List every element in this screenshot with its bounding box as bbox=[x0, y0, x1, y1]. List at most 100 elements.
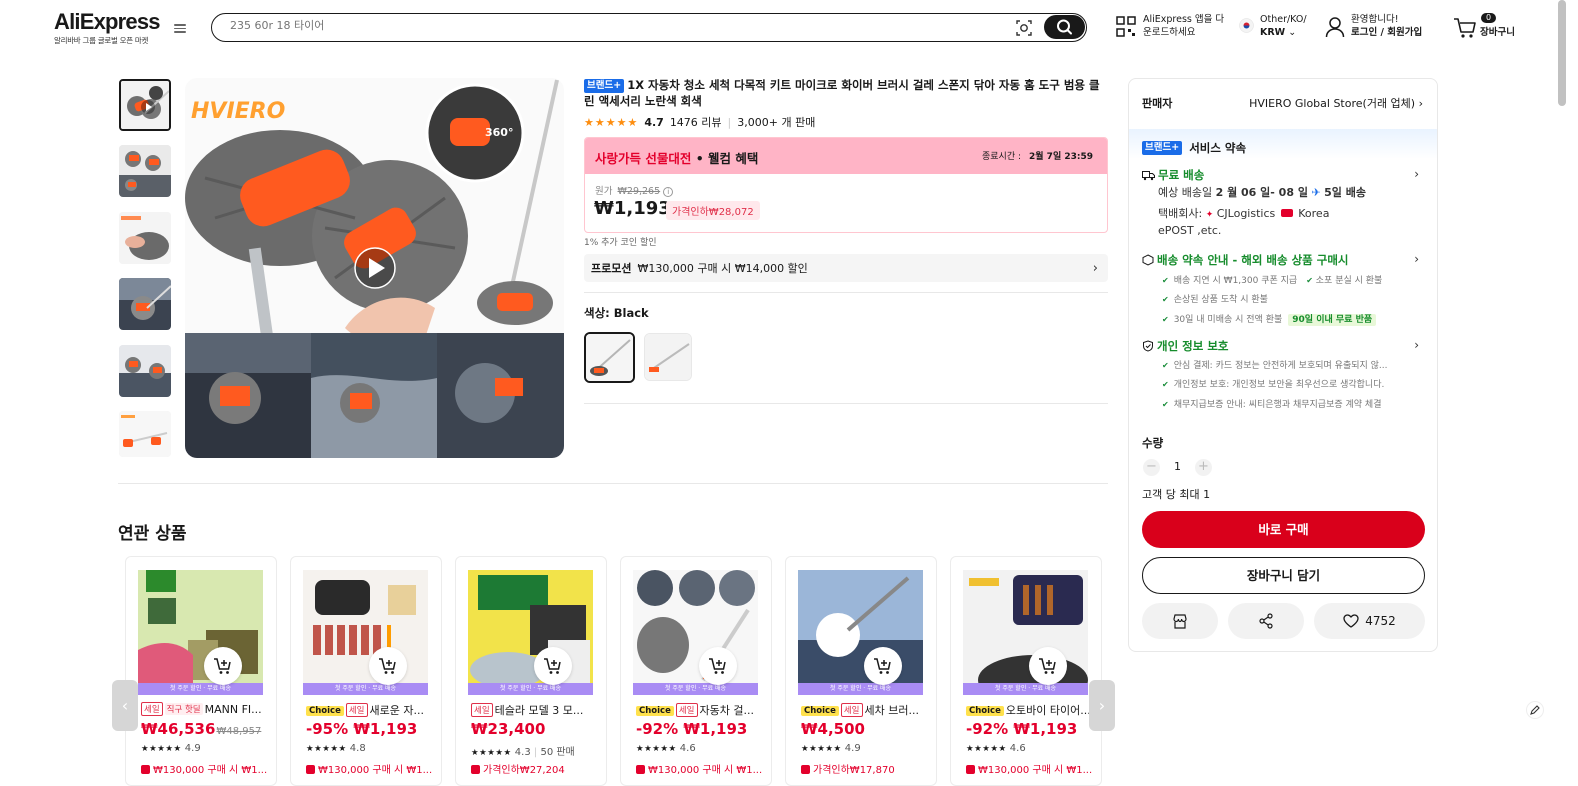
product-thumbnail[interactable] bbox=[963, 570, 1088, 695]
share-button[interactable] bbox=[1228, 603, 1304, 639]
carrier-cj: CJLogistics bbox=[1216, 207, 1276, 220]
add-to-cart-button[interactable] bbox=[864, 647, 902, 685]
related-product-card[interactable]: 첫 주문 할인 · 무료 배송 Choice 세일 자동차 걸... -92% ₩1,1… bbox=[620, 556, 772, 786]
info-icon[interactable]: i bbox=[663, 187, 674, 197]
account-menu[interactable]: 환영합니다! 로그인 / 회원가입 bbox=[1325, 13, 1422, 39]
search-input[interactable] bbox=[230, 19, 930, 32]
divider bbox=[584, 292, 1108, 293]
related-product-card[interactable]: 첫 주문 할인 · 무료 배송 Choice 오토바이 타이어... -92% ₩1,… bbox=[950, 556, 1102, 786]
product-image bbox=[633, 570, 758, 695]
rating-stars-icon: ★★★★★ bbox=[471, 748, 512, 758]
app-download[interactable]: AliExpress 앱을 다 운로드하세요 bbox=[1116, 13, 1224, 39]
add-to-cart-button[interactable] bbox=[204, 647, 242, 685]
guide-text: 소포 분실 시 환불 bbox=[1315, 276, 1383, 286]
cart-link[interactable]: 0 장바구니 bbox=[1453, 13, 1515, 39]
product-title-text: 자동차 걸... bbox=[699, 704, 754, 717]
product-name[interactable]: Choice 세일 새로운 자... bbox=[306, 702, 436, 718]
main-product-image[interactable]: 360° HVIERO bbox=[185, 78, 564, 458]
product-thumbnail[interactable] bbox=[303, 570, 428, 695]
user-icon bbox=[1325, 17, 1345, 38]
chevron-right-icon[interactable]: › bbox=[1414, 167, 1419, 181]
coupon-icon bbox=[966, 765, 975, 774]
thumbnail-3[interactable] bbox=[119, 212, 171, 264]
product-image bbox=[963, 570, 1088, 695]
thumbnail-image bbox=[119, 278, 171, 330]
coupon-icon bbox=[801, 765, 810, 774]
carousel-next-button[interactable]: › bbox=[1089, 680, 1115, 731]
quantity-decrease-button[interactable]: − bbox=[1143, 459, 1160, 476]
product-thumbnail[interactable] bbox=[468, 570, 593, 695]
related-product-card[interactable]: 첫 주문 할인 · 무료 배송 Choice 세일 세차 브러... ₩4,500 ★★★… bbox=[785, 556, 937, 786]
add-to-cart-button[interactable] bbox=[369, 647, 407, 685]
shipping-guide-title[interactable]: 배송 약속 안내 - 해외 배송 상품 구매시 bbox=[1142, 252, 1349, 268]
color-swatch-gray[interactable] bbox=[644, 333, 692, 381]
image-search-icon[interactable] bbox=[1015, 19, 1033, 37]
menu-icon[interactable] bbox=[173, 22, 187, 36]
quantity-value[interactable]: 1 bbox=[1174, 460, 1181, 473]
add-to-cart-icon bbox=[544, 658, 561, 674]
quantity-increase-button[interactable]: + bbox=[1195, 459, 1212, 476]
wishlist-button[interactable]: 4752 bbox=[1314, 603, 1425, 639]
sold-count: 50 판매 bbox=[540, 747, 575, 758]
product-name[interactable]: Choice 오토바이 타이어... bbox=[966, 702, 1096, 718]
add-to-cart-button[interactable] bbox=[534, 647, 572, 685]
store-button[interactable] bbox=[1142, 603, 1218, 639]
product-rating: ★★★★★ 4.8 bbox=[306, 743, 366, 754]
product-name[interactable]: Choice 세일 세차 브러... bbox=[801, 702, 931, 718]
add-to-cart-button[interactable] bbox=[699, 647, 737, 685]
rating-value: 4.7 bbox=[644, 115, 664, 129]
review-count[interactable]: 1476 리뷰 bbox=[670, 114, 722, 130]
thumbnail-5[interactable] bbox=[119, 345, 171, 397]
box-icon bbox=[1142, 254, 1154, 266]
divider: | bbox=[533, 747, 538, 758]
thumbnail-4[interactable] bbox=[119, 278, 171, 330]
seller-name[interactable]: HVIERO Global Store(거래 업체) bbox=[1249, 97, 1415, 110]
add-to-cart-button[interactable] bbox=[1029, 647, 1067, 685]
scrollbar-track[interactable] bbox=[1557, 0, 1567, 777]
thumbnail-image bbox=[119, 345, 171, 397]
related-product-card[interactable]: 첫 주문 할인 · 무료 배송 Choice 세일 새로운 자... -95% ₩1,1… bbox=[290, 556, 442, 786]
color-swatch-black[interactable] bbox=[584, 332, 635, 383]
cart-count-badge: 0 bbox=[1481, 13, 1497, 23]
login-link[interactable]: 로그인 / 회원가입 bbox=[1351, 27, 1422, 38]
qr-code-icon bbox=[1116, 16, 1136, 37]
cart-icon bbox=[1454, 18, 1476, 38]
privacy-text: 안심 결제: 카드 정보는 안전하게 보호되며 유출되지 않... bbox=[1173, 361, 1388, 371]
privacy-title[interactable]: 개인 정보 보호 bbox=[1142, 338, 1229, 354]
product-rating: ★★★★★ 4.3 | 50 판매 bbox=[471, 743, 575, 758]
product-thumbnail[interactable] bbox=[633, 570, 758, 695]
product-rating: ★★★★★ 4.9 bbox=[141, 743, 201, 754]
seller-row[interactable]: 판매자 HVIERO Global Store(거래 업체) › bbox=[1142, 95, 1423, 111]
promo-text: ₩130,000 구매 시 ₩1... bbox=[978, 765, 1093, 776]
region-selector[interactable]: Other/KO/ KRW ⌄ bbox=[1239, 13, 1307, 39]
product-name[interactable]: 세일 직구 핫딜 MANN FI... bbox=[141, 702, 271, 716]
edit-feedback-icon[interactable] bbox=[1526, 701, 1544, 719]
product-name[interactable]: Choice 세일 자동차 걸... bbox=[636, 702, 766, 718]
delivery-estimate: 예상 배송일 2 월 06 일- 08 일 ✈ 5일 배송 bbox=[1158, 185, 1366, 201]
service-title-text: 서비스 약속 bbox=[1189, 141, 1247, 155]
chevron-right-icon[interactable]: › bbox=[1414, 338, 1419, 352]
product-price: ₩4,500 bbox=[801, 720, 865, 738]
aliexpress-logo[interactable]: AliExpress 알리바바 그룹 글로벌 오픈 마켓 bbox=[54, 9, 161, 46]
product-name[interactable]: 세일 테슬라 모델 3 모... bbox=[471, 702, 601, 718]
rating-row: ★★★★★ 4.7 1476 리뷰 | 3,000+ 개 판매 bbox=[584, 114, 815, 130]
product-thumbnail[interactable] bbox=[138, 570, 263, 695]
related-product-card[interactable]: 첫 주문 할인 · 무료 배송 세일 테슬라 모델 3 모... ₩23,400 ★★★… bbox=[455, 556, 607, 786]
product-thumbnail[interactable] bbox=[798, 570, 923, 695]
related-product-card[interactable]: 첫 주문 할인 · 무료 배송 세일 직구 핫딜 MANN FI... ₩46,536₩… bbox=[125, 556, 277, 786]
thumbnail-6[interactable] bbox=[119, 411, 171, 457]
promotion-row[interactable]: 프로모션 ₩130,000 구매 시 ₩14,000 할인 › bbox=[584, 254, 1108, 282]
free-shipping-title[interactable]: 무료 배송 bbox=[1142, 167, 1204, 183]
price-value: ₩4,500 bbox=[801, 720, 865, 738]
scrollbar-thumb[interactable] bbox=[1558, 0, 1566, 106]
add-to-cart-button[interactable]: 장바구니 담기 bbox=[1142, 557, 1425, 594]
region-line1: Other/KO/ bbox=[1260, 14, 1307, 25]
buy-now-button[interactable]: 바로 구매 bbox=[1142, 511, 1425, 548]
chevron-right-icon[interactable]: › bbox=[1414, 252, 1419, 266]
search-button[interactable] bbox=[1044, 15, 1085, 39]
carousel-prev-button[interactable]: ‹ bbox=[112, 680, 138, 731]
thumbnail-1[interactable] bbox=[119, 79, 171, 131]
image-brand-logo: HVIERO bbox=[191, 99, 285, 124]
promo-line: ₩130,000 구매 시 ₩1... bbox=[306, 761, 432, 776]
thumbnail-2[interactable] bbox=[119, 145, 171, 197]
